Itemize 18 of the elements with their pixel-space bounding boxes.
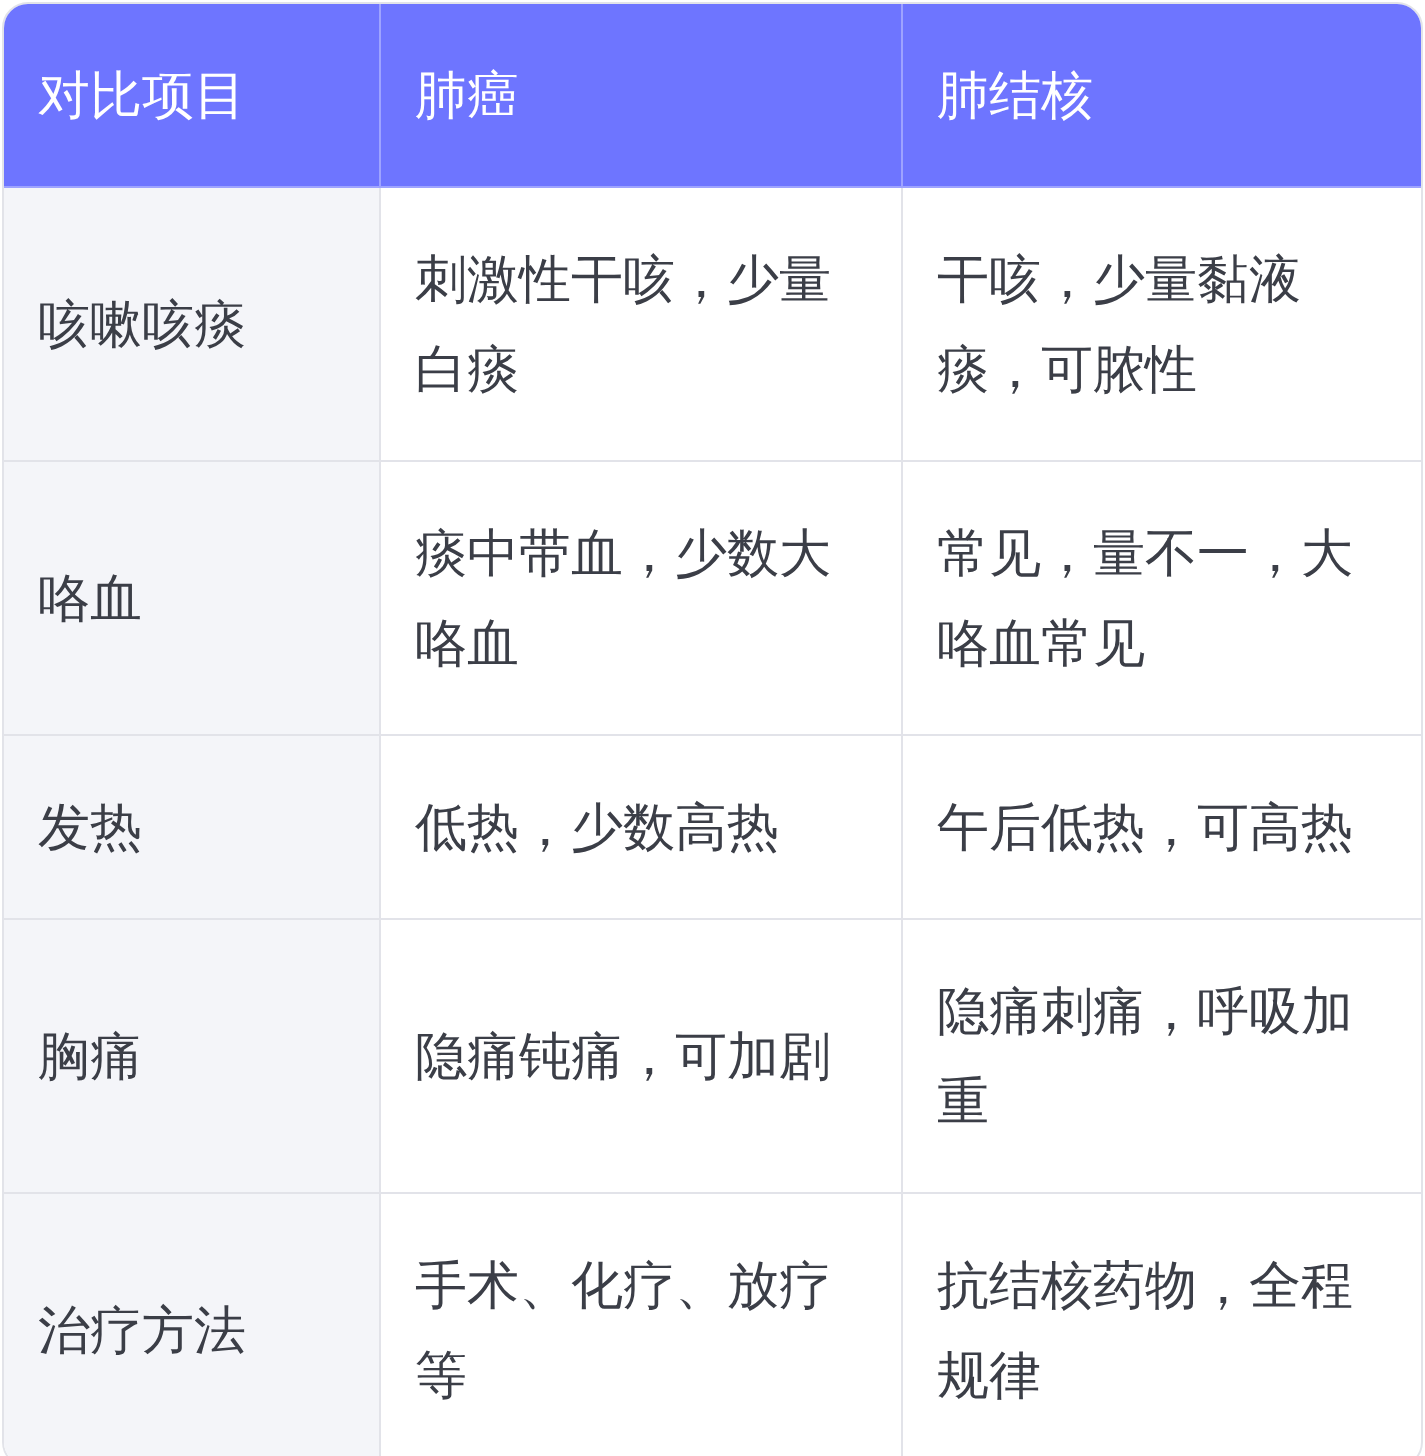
table-cell: 干咳，少量黏液痰，可脓性 — [903, 188, 1421, 462]
table-cell: 午后低热，可高热 — [903, 736, 1421, 920]
column-header: 肺结核 — [903, 4, 1421, 188]
table-cell: 刺激性干咳，少量白痰 — [381, 188, 903, 462]
table-cell: 隐痛刺痛，呼吸加重 — [903, 920, 1421, 1194]
table-cell: 治疗方法 — [4, 1194, 381, 1456]
table-cell: 手术、化疗、放疗等 — [381, 1194, 903, 1456]
table-cell: 隐痛钝痛，可加剧 — [381, 920, 903, 1194]
column-header: 肺癌 — [381, 4, 903, 188]
table-cell: 胸痛 — [4, 920, 381, 1194]
table-cell: 痰中带血，少数大咯血 — [381, 462, 903, 736]
table-cell: 咯血 — [4, 462, 381, 736]
table-cell: 低热，少数高热 — [381, 736, 903, 920]
table-cell: 发热 — [4, 736, 381, 920]
column-header: 对比项目 — [4, 4, 381, 188]
table-cell-text: 抗结核药物，全程规律 — [936, 1254, 1354, 1407]
table-cell: 咳嗽咳痰 — [4, 188, 381, 462]
table-cell: 常见，量不一，大咯血常见 — [903, 462, 1421, 736]
